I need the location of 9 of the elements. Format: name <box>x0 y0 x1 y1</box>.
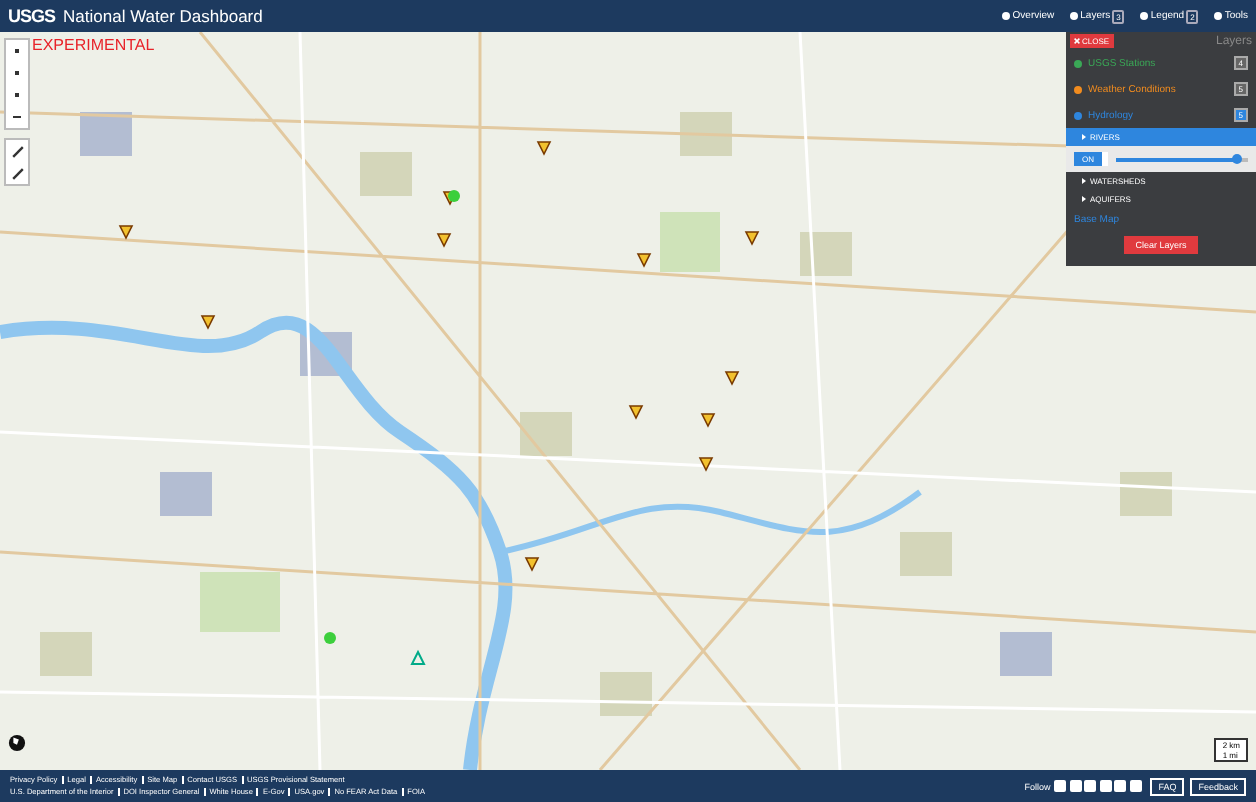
caret-icon <box>1082 134 1086 140</box>
slider-thumb[interactable] <box>1232 153 1243 163</box>
app-title: National Water Dashboard <box>63 6 265 26</box>
caret-icon <box>1082 196 1086 202</box>
caret-icon <box>1082 178 1086 184</box>
experimental-label: EXPERIMENTAL <box>32 36 155 54</box>
usgs-logo[interactable]: USGS <box>8 6 56 26</box>
globe-icon[interactable] <box>8 734 26 752</box>
close-icon <box>1074 38 1080 44</box>
